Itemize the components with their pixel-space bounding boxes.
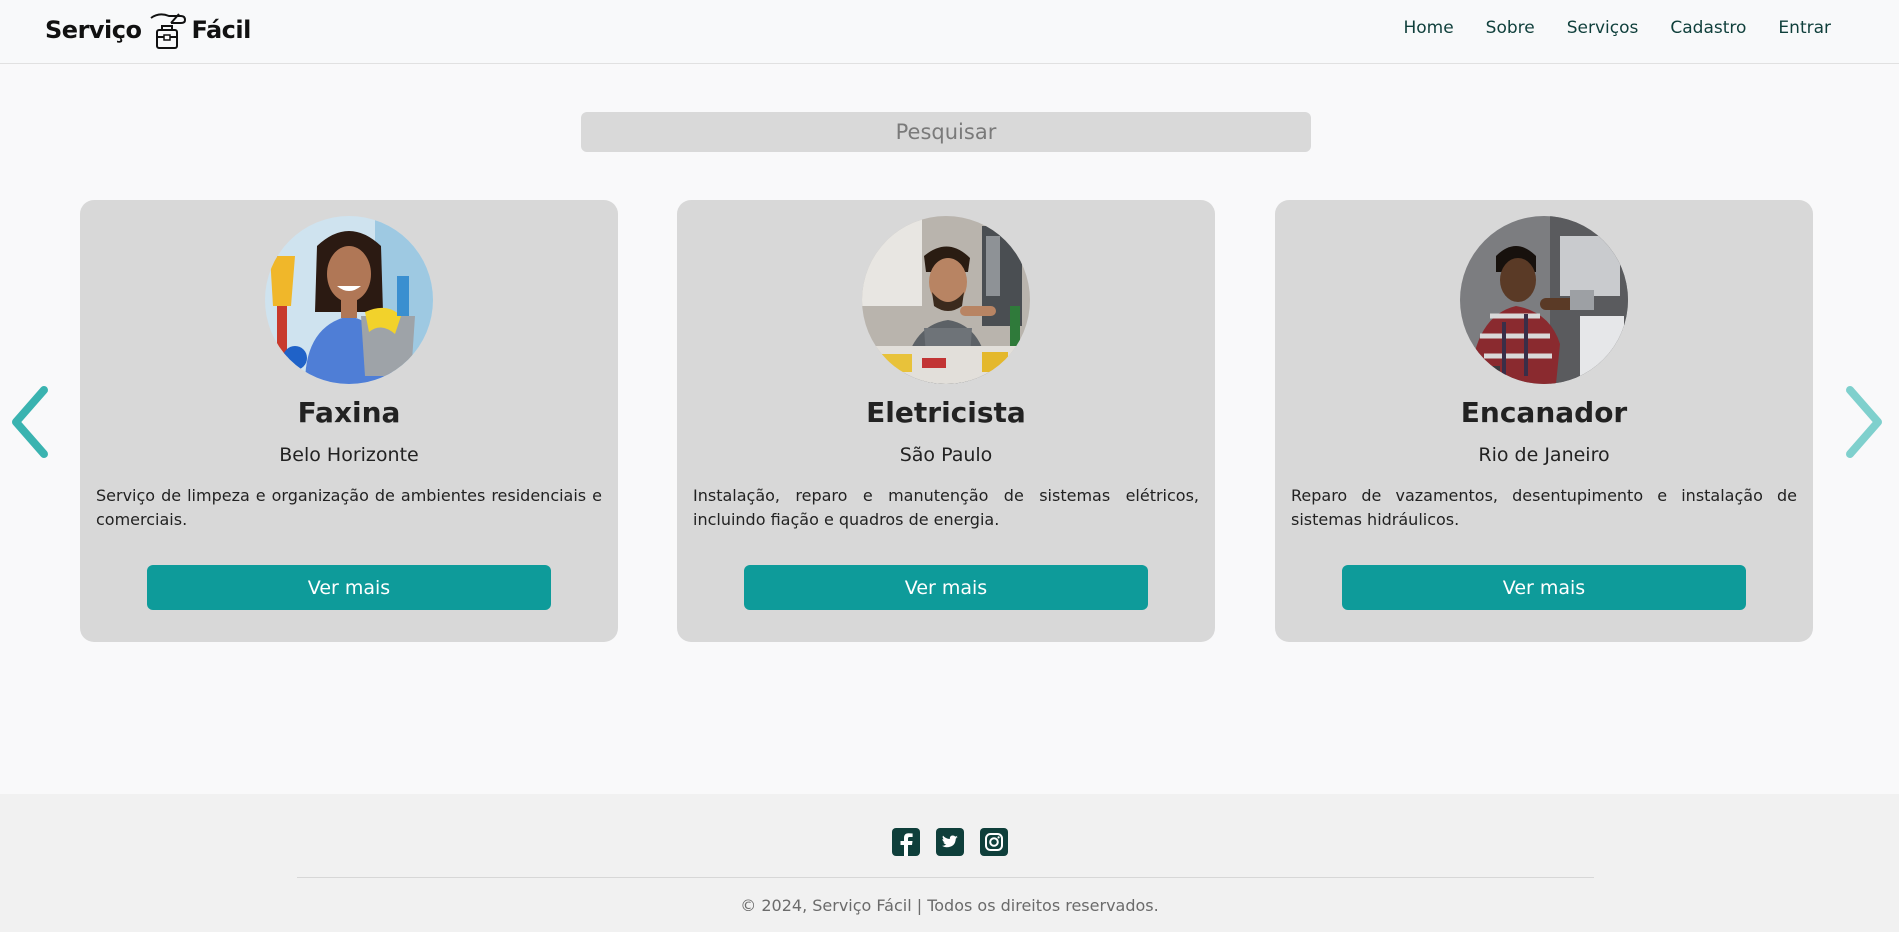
plumber-photo (1460, 216, 1628, 384)
card-title: Eletricista (866, 396, 1026, 429)
card-description: Instalação, reparo e manutenção de siste… (693, 486, 1199, 529)
brand-logo[interactable]: Serviço Fácil (45, 8, 251, 52)
service-card-faxina: Faxina Belo Horizonte Serviço de limpeza… (80, 200, 618, 642)
main-nav: Home Sobre Serviços Cadastro Entrar (1403, 18, 1831, 38)
card-title: Encanador (1460, 396, 1628, 429)
cleaner-photo (265, 216, 433, 384)
service-card-eletricista: Eletricista São Paulo Instalação, reparo… (677, 200, 1215, 642)
social-links (0, 828, 1899, 856)
nav-cadastro[interactable]: Cadastro (1670, 18, 1746, 38)
search-input[interactable] (581, 112, 1311, 152)
nav-entrar[interactable]: Entrar (1778, 18, 1831, 38)
chevron-right-icon (1846, 386, 1882, 458)
card-city: Rio de Janeiro (1478, 444, 1610, 466)
site-header: Serviço Fácil Home Sobre Serviços Cadast… (0, 0, 1899, 64)
carousel-prev-button[interactable] (6, 382, 56, 462)
service-card-encanador: Encanador Rio de Janeiro Reparo de vazam… (1275, 200, 1813, 642)
brand-name-right: Fácil (191, 16, 251, 44)
twitter-icon[interactable] (935, 828, 964, 856)
card-city: Belo Horizonte (279, 444, 419, 466)
card-description: Serviço de limpeza e organização de ambi… (96, 486, 602, 529)
nav-home[interactable]: Home (1403, 18, 1453, 38)
carousel-next-button[interactable] (1838, 382, 1888, 462)
footer-divider (297, 877, 1594, 878)
nav-servicos[interactable]: Serviços (1567, 18, 1639, 38)
electrician-photo (862, 216, 1030, 384)
brand-name-left: Serviço (45, 16, 142, 44)
nav-sobre[interactable]: Sobre (1486, 18, 1535, 38)
card-description: Reparo de vazamentos, desentupimento e i… (1291, 486, 1797, 529)
ver-mais-button[interactable]: Ver mais (1342, 565, 1746, 610)
ver-mais-button[interactable]: Ver mais (147, 565, 551, 610)
ver-mais-button[interactable]: Ver mais (744, 565, 1148, 610)
chevron-left-icon (12, 386, 48, 458)
instagram-icon[interactable] (979, 828, 1008, 856)
site-footer: © 2024, Serviço Fácil | Todos os direito… (0, 794, 1899, 932)
copyright-text: © 2024, Serviço Fácil | Todos os direito… (740, 896, 1159, 915)
card-title: Faxina (297, 396, 401, 429)
facebook-icon[interactable] (891, 828, 920, 856)
toolbox-hand-icon (150, 13, 187, 49)
card-city: São Paulo (899, 444, 993, 466)
